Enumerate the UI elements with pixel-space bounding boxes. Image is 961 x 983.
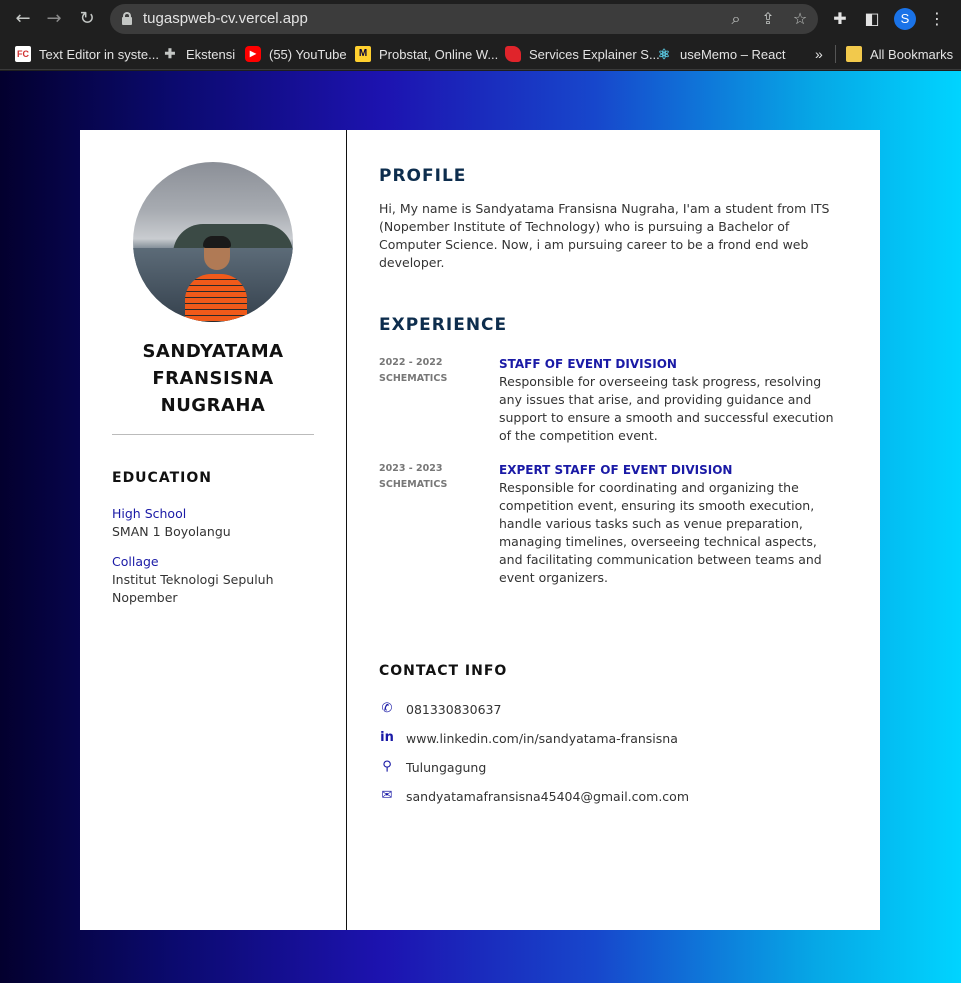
bookmark-star-icon[interactable]: ☆ bbox=[790, 9, 810, 29]
profile-heading: PROFILE bbox=[379, 166, 467, 186]
extensions-icon[interactable]: ✚ bbox=[829, 8, 851, 30]
more-bookmarks-chevron-icon[interactable]: » bbox=[815, 45, 823, 63]
education-label: High School bbox=[112, 506, 187, 521]
folder-icon bbox=[846, 46, 862, 62]
contact-linkedin: in www.linkedin.com/in/sandyatama-fransi… bbox=[379, 729, 678, 747]
browser-toolbar: ← → ↻ tugaspweb-cv.vercel.app ⌕ ⇪ ☆ ✚ ◧ … bbox=[0, 0, 961, 38]
profile-text: Hi, My name is Sandyatama Fransisna Nugr… bbox=[379, 201, 830, 270]
experience-body: STAFF OF EVENT DIVISION Responsible for … bbox=[499, 355, 844, 445]
contact-text: 081330830637 bbox=[406, 701, 502, 717]
lock-icon[interactable] bbox=[122, 12, 132, 25]
education-item: Collage Institut Teknologi Sepuluh Nopem… bbox=[112, 553, 312, 607]
zoom-icon[interactable]: ⌕ bbox=[726, 9, 746, 29]
fc-favicon-icon: FC bbox=[15, 46, 31, 62]
url-text[interactable]: tugaspweb-cv.vercel.app bbox=[143, 10, 308, 27]
bookmark-item[interactable]: M Probstat, Online W... bbox=[355, 45, 498, 63]
bookmark-item[interactable]: ⚛ useMemo – React bbox=[656, 45, 786, 63]
experience-years: 2022 - 2022 bbox=[379, 357, 443, 368]
phone-icon: ✆ bbox=[381, 701, 393, 716]
experience-org: SCHEMATICS bbox=[379, 373, 448, 384]
bookmark-separator bbox=[835, 45, 836, 63]
experience-meta: 2023 - 2023 SCHEMATICS bbox=[379, 461, 489, 493]
bookmark-item[interactable]: Services Explainer S... bbox=[505, 45, 660, 63]
education-value: Institut Teknologi Sepuluh Nopember bbox=[112, 572, 274, 605]
puzzle-icon: ✚ bbox=[164, 46, 176, 61]
contact-text[interactable]: sandyatamafransisna45404@gmail.com.com bbox=[406, 789, 689, 804]
name-line: FRANSISNA bbox=[152, 368, 274, 389]
miro-icon: M bbox=[355, 46, 371, 62]
side-panel-icon[interactable]: ◧ bbox=[861, 8, 883, 30]
contact-text: Tulungagung bbox=[406, 759, 487, 775]
page-background: SANDYATAMA FRANSISNA NUGRAHA EDUCATION H… bbox=[0, 71, 961, 983]
profile-photo bbox=[133, 162, 293, 322]
contact-location: ⚲ Tulungagung bbox=[379, 758, 486, 776]
react-icon: ⚛ bbox=[657, 46, 671, 62]
all-bookmarks-folder[interactable]: All Bookmarks bbox=[846, 45, 953, 63]
cv-card: SANDYATAMA FRANSISNA NUGRAHA EDUCATION H… bbox=[80, 130, 880, 930]
back-icon[interactable]: ← bbox=[11, 7, 35, 31]
education-heading: EDUCATION bbox=[112, 470, 212, 486]
reload-icon[interactable]: ↻ bbox=[75, 7, 99, 31]
all-bookmarks-label: All Bookmarks bbox=[870, 46, 954, 62]
experience-description: Responsible for overseeing task progress… bbox=[499, 374, 834, 443]
bookmark-label: Text Editor in syste... bbox=[39, 46, 159, 62]
bookmark-label: Services Explainer S... bbox=[529, 46, 660, 62]
contact-text[interactable]: www.linkedin.com/in/sandyatama-fransisna bbox=[406, 731, 678, 746]
menu-icon[interactable]: ⋮ bbox=[926, 8, 948, 30]
bookmark-label: useMemo – React bbox=[680, 46, 786, 62]
map-pin-icon: ⚲ bbox=[382, 759, 392, 774]
name-line: SANDYATAMA bbox=[142, 341, 284, 362]
column-divider bbox=[346, 130, 347, 930]
bookmark-label: (55) YouTube bbox=[269, 46, 347, 62]
experience-org: SCHEMATICS bbox=[379, 479, 448, 490]
youtube-icon: ▶ bbox=[245, 46, 261, 62]
address-bar[interactable]: tugaspweb-cv.vercel.app ⌕ ⇪ ☆ bbox=[110, 4, 818, 34]
experience-description: Responsible for coordinating and organiz… bbox=[499, 480, 822, 585]
bookmark-label: Probstat, Online W... bbox=[379, 46, 499, 62]
education-value: SMAN 1 Boyolangu bbox=[112, 524, 231, 539]
education-label: Collage bbox=[112, 554, 159, 569]
bookmark-item[interactable]: ✚ Ekstensi bbox=[162, 45, 236, 63]
experience-body: EXPERT STAFF OF EVENT DIVISION Responsib… bbox=[499, 461, 844, 587]
bookmark-label: Ekstensi bbox=[186, 46, 236, 62]
contact-phone: ✆ 081330830637 bbox=[379, 700, 502, 718]
divider bbox=[112, 434, 314, 435]
envelope-icon: ✉ bbox=[381, 788, 393, 803]
linkedin-icon: in bbox=[380, 730, 394, 745]
experience-years: 2023 - 2023 bbox=[379, 463, 443, 474]
contact-heading: CONTACT INFO bbox=[379, 663, 508, 679]
experience-role: EXPERT STAFF OF EVENT DIVISION bbox=[499, 463, 733, 477]
bookmark-item[interactable]: FC Text Editor in syste... bbox=[15, 45, 159, 63]
experience-role: STAFF OF EVENT DIVISION bbox=[499, 357, 677, 371]
contact-email: ✉ sandyatamafransisna45404@gmail.com.com bbox=[379, 787, 689, 805]
education-item: High School SMAN 1 Boyolangu bbox=[112, 505, 312, 541]
bookmark-item[interactable]: ▶ (55) YouTube bbox=[245, 45, 347, 63]
name-line: NUGRAHA bbox=[160, 395, 266, 416]
cv-name: SANDYATAMA FRANSISNA NUGRAHA bbox=[80, 338, 346, 419]
share-icon[interactable]: ⇪ bbox=[758, 9, 778, 29]
red-favicon-icon bbox=[505, 46, 521, 62]
bookmarks-bar: FC Text Editor in syste... ✚ Ekstensi ▶ … bbox=[0, 38, 961, 70]
experience-meta: 2022 - 2022 SCHEMATICS bbox=[379, 355, 489, 387]
profile-avatar[interactable]: S bbox=[894, 8, 916, 30]
experience-heading: EXPERIENCE bbox=[379, 315, 508, 335]
forward-icon[interactable]: → bbox=[42, 7, 66, 31]
